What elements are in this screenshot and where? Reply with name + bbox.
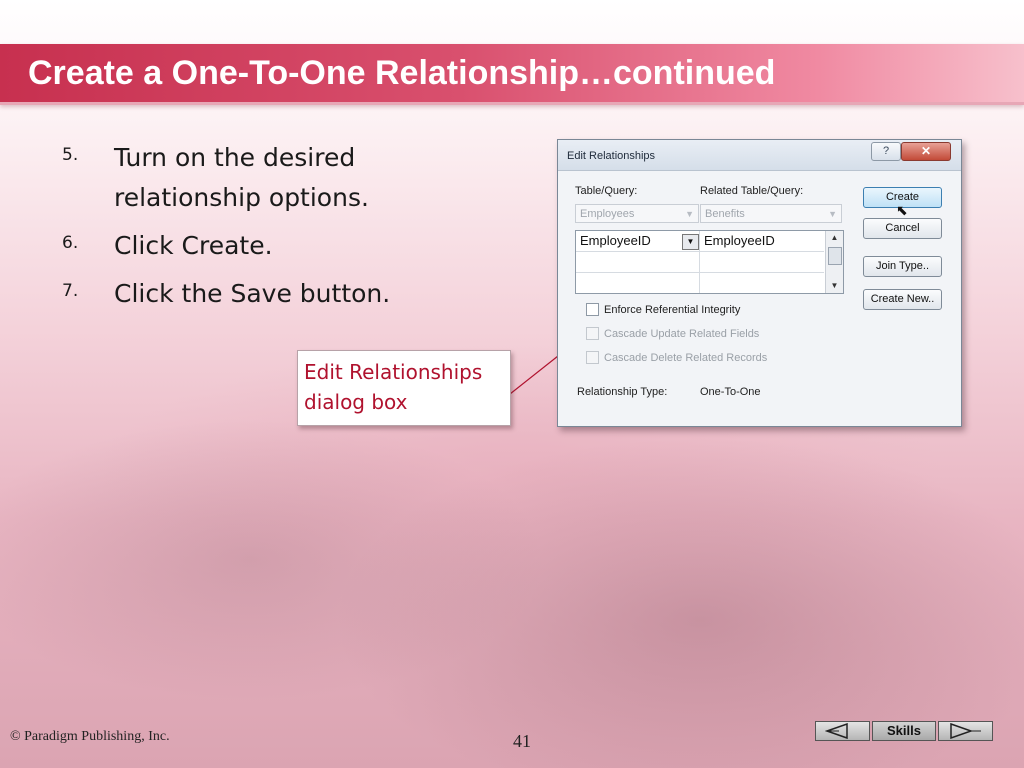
- step-item: 5. Turn on the desired relationship opti…: [62, 138, 442, 218]
- scroll-down-icon[interactable]: ▼: [826, 279, 843, 293]
- next-slide-button[interactable]: [937, 721, 993, 741]
- enforce-referential-integrity-checkbox[interactable]: Enforce Referential Integrity: [586, 303, 740, 316]
- step-number: 6.: [62, 233, 79, 253]
- step-text: Turn on the desired relationship options…: [114, 143, 369, 212]
- triangle-left-icon: [824, 723, 848, 739]
- table-query-value: Employees: [580, 208, 635, 220]
- checkbox-label: Cascade Delete Related Records: [604, 351, 768, 364]
- relationship-type-label: Relationship Type:: [577, 386, 668, 398]
- cascade-delete-checkbox[interactable]: Cascade Delete Related Records: [586, 351, 767, 364]
- chevron-down-icon: ▼: [828, 209, 837, 219]
- dropdown-arrow-icon[interactable]: ▼: [682, 234, 699, 250]
- step-number: 5.: [62, 145, 79, 165]
- step-item: 6. Click Create.: [62, 226, 442, 266]
- slide-navigation: Skills: [815, 720, 993, 742]
- callout-text: Edit Relationships dialog box: [304, 360, 483, 414]
- related-table-query-select[interactable]: Benefits ▼: [700, 204, 842, 223]
- page-number: 41: [513, 731, 531, 751]
- step-item: 7. Click the Save button.: [62, 274, 442, 314]
- close-button[interactable]: ✕: [901, 142, 951, 161]
- edit-relationships-dialog: Edit Relationships ? ✕ Table/Query: Rela…: [557, 139, 962, 427]
- chevron-down-icon: ▼: [685, 209, 694, 219]
- checkbox-label: Enforce Referential Integrity: [604, 303, 741, 316]
- help-button[interactable]: ?: [871, 142, 901, 161]
- checkbox-icon: [586, 303, 599, 316]
- relationship-type-value: One-To-One: [700, 386, 761, 398]
- steps-list: 5. Turn on the desired relationship opti…: [62, 138, 442, 322]
- table-query-label: Table/Query:: [575, 185, 638, 197]
- title-bar: Create a One-To-One Relationship…continu…: [0, 44, 1024, 105]
- related-table-query-label: Related Table/Query:: [700, 185, 804, 197]
- step-text: Click the Save button.: [114, 279, 391, 308]
- scroll-thumb[interactable]: [828, 247, 842, 265]
- create-new-button[interactable]: Create New..: [863, 289, 942, 310]
- previous-slide-button[interactable]: [815, 721, 870, 741]
- cancel-button[interactable]: Cancel: [863, 218, 942, 239]
- related-table-query-value: Benefits: [705, 208, 745, 220]
- checkbox-icon: [586, 351, 599, 364]
- table-query-select[interactable]: Employees ▼: [575, 204, 699, 223]
- right-field-cell[interactable]: EmployeeID: [700, 231, 824, 251]
- field-grid: EmployeeID ▼ EmployeeID ▲ ▼: [575, 230, 844, 294]
- step-number: 7.: [62, 281, 79, 301]
- left-field-cell[interactable]: EmployeeID: [576, 231, 680, 251]
- grid-scrollbar[interactable]: ▲ ▼: [825, 231, 843, 293]
- checkbox-label: Cascade Update Related Fields: [604, 327, 760, 340]
- grid-row-divider: [576, 251, 824, 252]
- dialog-title: Edit Relationships: [567, 150, 656, 162]
- grid-row-divider: [576, 272, 824, 273]
- join-type-button[interactable]: Join Type..: [863, 256, 942, 277]
- copyright-text: © Paradigm Publishing, Inc.: [10, 729, 170, 744]
- skills-button[interactable]: Skills: [872, 721, 936, 741]
- step-text: Click Create.: [114, 231, 273, 260]
- scroll-up-icon[interactable]: ▲: [826, 231, 843, 245]
- mouse-pointer-icon: ⬉: [896, 202, 908, 218]
- grid-column-divider: [699, 231, 700, 293]
- cascade-update-checkbox[interactable]: Cascade Update Related Fields: [586, 327, 759, 340]
- slide-title: Create a One-To-One Relationship…continu…: [28, 54, 776, 92]
- checkbox-icon: [586, 327, 599, 340]
- dialog-titlebar: Edit Relationships ? ✕: [558, 140, 961, 171]
- callout-box: Edit Relationships dialog box: [297, 350, 511, 426]
- triangle-right-icon: [950, 723, 982, 739]
